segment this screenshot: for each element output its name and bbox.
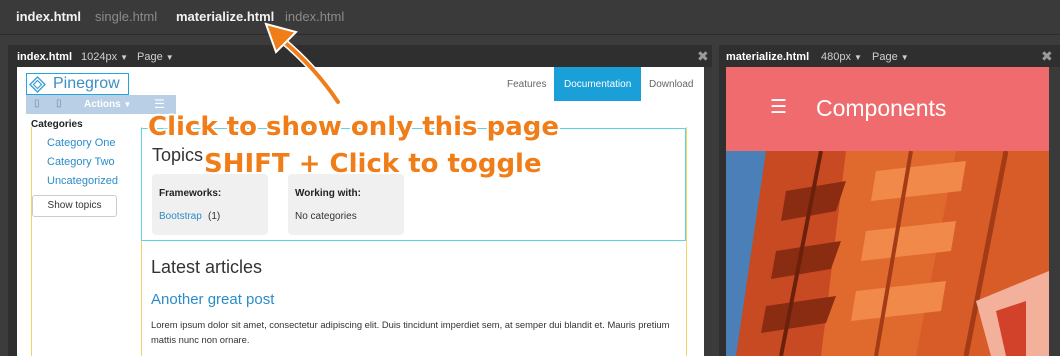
bridge-image	[726, 151, 1049, 356]
sidebar-heading: Categories	[31, 119, 83, 130]
frameworks-label: Frameworks:	[159, 188, 222, 199]
left-page-panel: index.html 1024px ▼ Page ▼ ✖ Pinegrow Fe…	[8, 45, 712, 356]
sidebar-item-category-two[interactable]: Category Two	[47, 156, 115, 168]
frameworks-card: Frameworks: Bootstrap (1)	[152, 174, 268, 235]
right-panel-header: materialize.html 480px ▼ Page ▼ ✖	[719, 45, 1060, 67]
material-title: Components	[816, 95, 947, 121]
sidebar-outline	[31, 127, 32, 356]
right-panel-size-select[interactable]: 480px ▼	[821, 51, 862, 63]
chevron-down-icon: ▼	[123, 100, 132, 109]
bootstrap-link[interactable]: Bootstrap	[159, 211, 202, 222]
sidebar-item-uncategorized[interactable]: Uncategorized	[47, 175, 118, 187]
post-excerpt: Lorem ipsum dolor sit amet, consectetur …	[151, 319, 670, 345]
chevron-down-icon: ▼	[120, 53, 129, 62]
hamburger-icon[interactable]: ☰	[770, 96, 787, 119]
nav-features[interactable]: Features	[507, 79, 546, 90]
left-panel-filename[interactable]: index.html	[17, 51, 72, 63]
left-mode-label: Page	[137, 51, 163, 63]
site-logo[interactable]: Pinegrow	[26, 73, 129, 95]
show-topics-button[interactable]: Show topics	[32, 195, 117, 217]
right-mode-label: Page	[872, 51, 898, 63]
right-page-panel: materialize.html 480px ▼ Page ▼ ✖ ☰ Comp…	[719, 45, 1060, 356]
left-panel-size-select[interactable]: 1024px ▼	[81, 51, 128, 63]
material-header: ☰ Components	[726, 67, 1049, 151]
copy-icon[interactable]: ▯	[56, 98, 62, 109]
working-with-label: Working with:	[295, 188, 361, 199]
logo-text: Pinegrow	[53, 75, 120, 92]
left-page-canvas: Pinegrow Features Documentation Download…	[17, 67, 704, 356]
page-tabs-bar: index.html single.html materialize.html …	[0, 0, 1060, 35]
right-panel-scrollbar[interactable]	[1049, 67, 1060, 356]
topics-section[interactable]: Topics Frameworks: Bootstrap (1) Working…	[141, 128, 686, 241]
menu-icon[interactable]: ☰	[154, 97, 165, 111]
page-tab-index[interactable]: index.html	[16, 9, 81, 24]
left-panel-close-icon[interactable]: ✖	[697, 48, 709, 65]
sidebar-item-category-one[interactable]: Category One	[47, 137, 115, 149]
left-panel-scrollbar[interactable]	[704, 67, 712, 356]
working-with-card: Working with: No categories	[288, 174, 404, 235]
page-tab-single[interactable]: single.html	[95, 9, 157, 24]
callout-line-1: Click to show only this page	[148, 112, 559, 142]
main-outline-right	[686, 127, 687, 356]
page-tab-index-2[interactable]: index.html	[285, 9, 344, 24]
nav-download[interactable]: Download	[649, 79, 693, 90]
right-panel-filename[interactable]: materialize.html	[726, 51, 809, 63]
left-panel-mode-select[interactable]: Page ▼	[137, 51, 174, 63]
bootstrap-count: (1)	[208, 211, 221, 222]
actions-dropdown[interactable]: Actions ▼	[84, 99, 131, 110]
left-panel-header: index.html 1024px ▼ Page ▼ ✖	[8, 45, 712, 67]
left-size-label: 1024px	[81, 51, 118, 63]
nav-documentation-label: Documentation	[564, 79, 632, 90]
actions-label: Actions	[84, 99, 121, 110]
post-title-link[interactable]: Another great post	[151, 291, 274, 308]
page-icon[interactable]: ▯	[34, 98, 40, 109]
latest-articles-heading: Latest articles	[151, 257, 263, 277]
nav-documentation-active[interactable]: Documentation	[554, 67, 641, 101]
chevron-down-icon: ▼	[900, 53, 909, 62]
right-panel-close-icon[interactable]: ✖	[1041, 48, 1053, 65]
right-size-label: 480px	[821, 51, 851, 63]
working-with-value: No categories	[295, 211, 357, 222]
page-tab-materialize[interactable]: materialize.html	[176, 9, 274, 24]
chevron-down-icon: ▼	[165, 53, 174, 62]
topics-heading: Topics	[152, 145, 204, 165]
pinegrow-logo-icon	[29, 76, 46, 93]
right-page-canvas: ☰ Components	[726, 67, 1049, 356]
callout-line-2: SHIFT + Click to toggle	[204, 149, 542, 179]
right-panel-mode-select[interactable]: Page ▼	[872, 51, 909, 63]
chevron-down-icon: ▼	[854, 53, 862, 62]
